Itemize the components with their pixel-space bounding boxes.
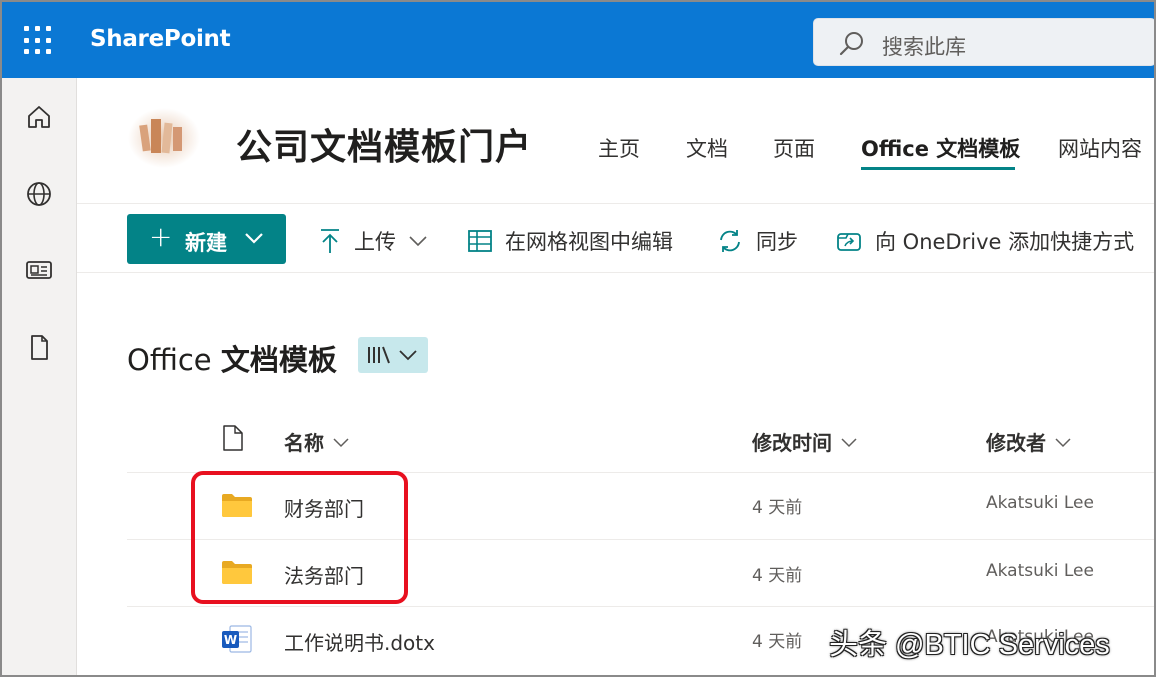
list-item-name[interactable]: 法务部门	[284, 560, 364, 589]
row-divider	[127, 539, 1154, 540]
word-template-icon: W	[222, 625, 252, 653]
list-item-modified-by[interactable]: Akatsuki Lee	[986, 493, 1094, 513]
row-divider	[127, 472, 1154, 473]
file-type-header-icon[interactable]	[222, 425, 244, 451]
document-icon[interactable]	[24, 333, 54, 363]
watermark: 头条 @BTIC Services	[829, 629, 1110, 661]
list-item-modified: 4 天前	[752, 566, 803, 586]
search-icon	[839, 32, 863, 56]
list-item-modified: 4 天前	[752, 632, 803, 652]
list-item-name[interactable]: 工作说明书.dotx	[284, 627, 435, 656]
add-shortcut-label: 向 OneDrive 添加快捷方式	[875, 230, 1135, 254]
column-modified-by-label: 修改者	[986, 431, 1046, 455]
edit-grid-view-label: 在网格视图中编辑	[505, 230, 673, 254]
sync-label: 同步	[756, 230, 798, 254]
column-modified-label: 修改时间	[752, 431, 832, 455]
chevron-down-icon	[245, 233, 263, 244]
column-header-modified-by[interactable]: 修改者	[986, 427, 1072, 456]
divider	[77, 203, 1154, 204]
chevron-down-icon	[841, 437, 857, 447]
nav-pages[interactable]: 页面	[773, 133, 815, 163]
chevron-down-icon	[333, 437, 349, 447]
nav-home[interactable]: 主页	[598, 133, 640, 163]
list-item-modified-by[interactable]: Akatsuki Lee	[986, 561, 1094, 581]
brand-label[interactable]: SharePoint	[90, 26, 231, 52]
upload-button[interactable]: 上传	[318, 226, 428, 256]
upload-label: 上传	[354, 230, 396, 254]
divider	[77, 272, 1154, 273]
nav-documents[interactable]: 文档	[686, 133, 728, 163]
library-title-main: 文档模板	[220, 343, 337, 377]
upload-icon	[318, 227, 342, 255]
chevron-down-icon	[1055, 437, 1071, 447]
search-box[interactable]: 搜索此库	[813, 18, 1156, 66]
library-view-icon	[368, 346, 417, 364]
edit-grid-view-button[interactable]: 在网格视图中编辑	[467, 226, 673, 256]
grid-icon	[467, 228, 493, 254]
search-placeholder[interactable]: 搜索此库	[882, 31, 966, 61]
app-bar	[2, 78, 77, 675]
site-logo[interactable]	[127, 105, 202, 170]
library-title: Office 文档模板	[127, 337, 337, 379]
column-name-label: 名称	[284, 431, 324, 455]
sync-button[interactable]: 同步	[716, 226, 798, 256]
list-item-name[interactable]: 财务部门	[284, 493, 364, 522]
list-item-modified: 4 天前	[752, 498, 803, 518]
library-title-prefix: Office	[127, 343, 212, 377]
shortcut-icon	[835, 227, 863, 255]
column-header-name[interactable]: 名称	[284, 427, 350, 456]
add-shortcut-button[interactable]: 向 OneDrive 添加快捷方式	[835, 226, 1134, 256]
column-header-modified[interactable]: 修改时间	[752, 427, 858, 456]
folder-icon	[222, 494, 252, 517]
library-view-button[interactable]	[358, 337, 428, 373]
svg-text:W: W	[224, 633, 237, 647]
active-nav-indicator	[861, 167, 1015, 170]
folder-icon	[222, 561, 252, 584]
suite-header: SharePoint 搜索此库	[2, 2, 1156, 78]
nav-site-contents[interactable]: 网站内容	[1058, 133, 1142, 163]
new-button-label: 新建	[185, 231, 227, 255]
plus-icon: +	[149, 220, 173, 253]
new-button[interactable]: + 新建	[127, 214, 286, 264]
sync-icon	[716, 227, 744, 255]
nav-office-templates[interactable]: Office 文档模板	[861, 133, 1020, 163]
site-title[interactable]: 公司文档模板门户	[236, 118, 532, 170]
chevron-down-icon	[409, 236, 427, 247]
row-divider	[127, 606, 1154, 607]
news-icon[interactable]	[24, 255, 54, 285]
home-icon[interactable]	[24, 102, 54, 132]
app-launcher-icon[interactable]	[24, 26, 54, 56]
globe-icon[interactable]	[24, 179, 54, 209]
